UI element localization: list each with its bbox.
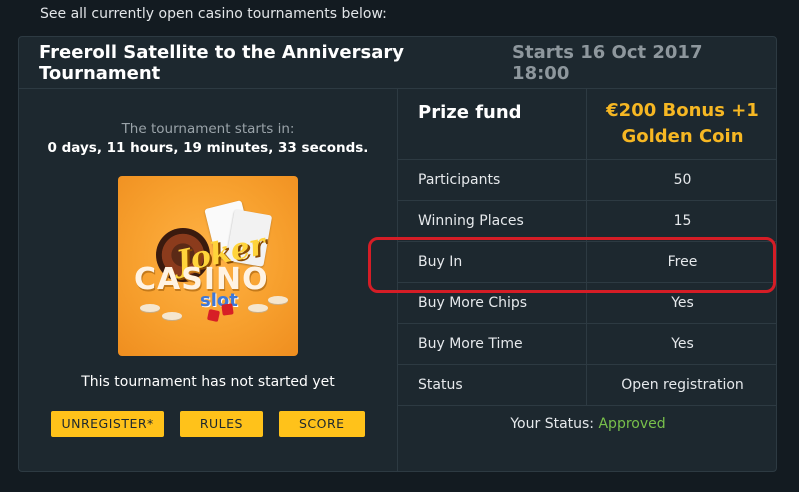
winning-places-label: Winning Places [398, 201, 587, 241]
countdown-timer: 0 days, 11 hours, 19 minutes, 33 seconds… [47, 140, 369, 156]
tournament-header: Freeroll Satellite to the Anniversary To… [19, 37, 776, 89]
chip-icon [140, 304, 160, 312]
chip-icon [248, 304, 268, 312]
prize-fund-value: €200 Bonus +1 Golden Coin [587, 89, 776, 159]
your-status-value: Approved [598, 416, 666, 432]
prize-fund-line2: Golden Coin [621, 126, 744, 147]
table-row: Buy In Free [398, 242, 776, 283]
intro-text: See all currently open casino tournament… [40, 6, 387, 22]
buy-in-label: Buy In [398, 242, 587, 282]
table-row: Participants 50 [398, 160, 776, 201]
starts-in-label: The tournament starts in: [121, 121, 295, 137]
chip-icon [268, 296, 288, 304]
table-row: Winning Places 15 [398, 201, 776, 242]
action-buttons: UNREGISTER* RULES SCORE [19, 411, 397, 437]
buy-in-value: Free [667, 254, 698, 270]
chip-icon [162, 312, 182, 320]
participants-label: Participants [398, 160, 587, 200]
table-row: Status Open registration [398, 365, 776, 406]
dice-icon [221, 303, 234, 316]
buy-more-chips-value: Yes [671, 295, 694, 311]
status-label: Status [398, 365, 587, 405]
rules-button[interactable]: RULES [179, 411, 263, 437]
status-value: Open registration [621, 377, 744, 393]
buy-more-time-label: Buy More Time [398, 324, 587, 364]
joker-casino-logo: Joker CASINO slot [118, 176, 298, 356]
table-row: Buy More Chips Yes [398, 283, 776, 324]
participants-value: 50 [673, 172, 692, 188]
prize-fund-label: Prize fund [398, 89, 587, 159]
tournament-card: Freeroll Satellite to the Anniversary To… [18, 36, 777, 472]
your-status-label: Your Status: [510, 416, 595, 432]
unregister-button[interactable]: UNREGISTER* [51, 411, 164, 437]
tournament-title: Freeroll Satellite to the Anniversary To… [39, 41, 404, 84]
tournament-details-table: Prize fund €200 Bonus +1 Golden Coin Par… [398, 89, 776, 471]
buy-more-chips-label: Buy More Chips [398, 283, 587, 323]
prize-fund-row: Prize fund €200 Bonus +1 Golden Coin [398, 89, 776, 160]
tournament-start-date: Starts 16 Oct 2017 18:00 [512, 41, 703, 84]
winning-places-value: 15 [673, 213, 692, 229]
your-status: Your Status: Approved [398, 406, 776, 432]
dice-icon [206, 308, 221, 323]
tournament-status-message: This tournament has not started yet [81, 374, 335, 390]
table-row: Buy More Time Yes [398, 324, 776, 365]
prize-fund-line1: €200 Bonus +1 [606, 100, 759, 121]
score-button[interactable]: SCORE [278, 411, 365, 437]
buy-more-time-value: Yes [671, 336, 694, 352]
tournament-left-panel: The tournament starts in: 0 days, 11 hou… [19, 89, 398, 471]
